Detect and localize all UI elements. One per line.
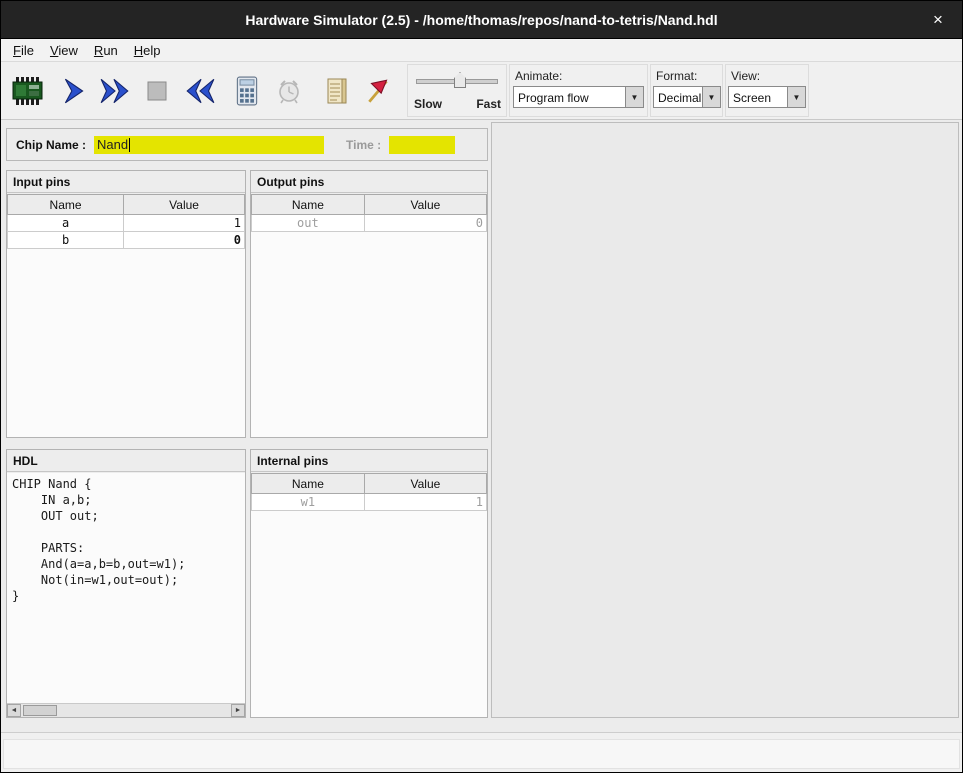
- scrollbar-track[interactable]: [21, 704, 231, 717]
- scroll-right-icon[interactable]: ►: [231, 704, 245, 717]
- output-pins-table: Name Value out 0: [251, 194, 487, 232]
- column-header-value[interactable]: Value: [364, 195, 486, 215]
- stop-button[interactable]: [138, 73, 176, 111]
- script-icon: [324, 76, 350, 109]
- chip-name-input[interactable]: Nand: [94, 136, 324, 154]
- menu-run[interactable]: Run: [86, 41, 126, 60]
- run-button[interactable]: [96, 73, 134, 111]
- speed-slider-group: Slow Fast: [407, 64, 507, 117]
- column-header-name[interactable]: Name: [252, 474, 365, 494]
- view-label: View:: [731, 69, 760, 83]
- format-label: Format:: [656, 69, 697, 83]
- single-step-button[interactable]: [55, 73, 93, 111]
- fast-label: Fast: [476, 97, 501, 111]
- internal-pins-panel: Internal pins Name Value w1 1: [250, 449, 488, 718]
- chip-name-label: Chip Name :: [16, 138, 86, 152]
- pin-value-cell[interactable]: 0: [124, 232, 245, 249]
- chevron-down-icon[interactable]: ▼: [625, 87, 643, 107]
- pin-name-cell: b: [8, 232, 124, 249]
- script-button[interactable]: [318, 73, 356, 111]
- animate-combobox[interactable]: Program flow ▼: [513, 86, 644, 108]
- internal-pins-title: Internal pins: [251, 450, 487, 472]
- pin-name-cell: w1: [252, 494, 365, 511]
- status-bar: [1, 732, 962, 773]
- view-group: View: Screen ▼: [725, 64, 809, 117]
- close-button[interactable]: ×: [928, 10, 948, 30]
- table-row: b 0: [8, 232, 245, 249]
- single-step-icon: [60, 77, 88, 108]
- scrollbar-thumb[interactable]: [23, 705, 57, 716]
- app-window: Hardware Simulator (2.5) - /home/thomas/…: [0, 0, 963, 773]
- view-value: Screen: [729, 87, 787, 107]
- run-icon: [99, 77, 131, 108]
- pin-name-cell: out: [252, 215, 365, 232]
- clock-icon: [275, 77, 303, 108]
- internal-pins-table: Name Value w1 1: [251, 473, 487, 511]
- menu-bar: File View Run Help: [1, 39, 962, 62]
- speed-slider[interactable]: [412, 69, 502, 95]
- breakpoint-icon: [365, 77, 393, 108]
- animate-value: Program flow: [514, 87, 625, 107]
- chip-header-row: Chip Name : Nand Time :: [6, 128, 488, 161]
- load-chip-button[interactable]: [8, 73, 46, 111]
- slider-thumb[interactable]: [454, 72, 466, 88]
- column-header-value[interactable]: Value: [124, 195, 245, 215]
- hdl-code: CHIP Nand { IN a,b; OUT out; PARTS: And(…: [7, 473, 245, 607]
- status-message-field: [3, 739, 960, 769]
- reset-icon: [184, 77, 216, 108]
- time-input[interactable]: [389, 136, 455, 154]
- menu-help[interactable]: Help: [126, 41, 169, 60]
- breakpoint-button[interactable]: [360, 73, 398, 111]
- animate-label: Animate:: [515, 69, 562, 83]
- pin-value-cell: 0: [364, 215, 486, 232]
- chip-icon: [10, 76, 44, 109]
- table-row: a 1: [8, 215, 245, 232]
- table-row: out 0: [252, 215, 487, 232]
- input-pins-table: Name Value a 1 b 0: [7, 194, 245, 249]
- chevron-down-icon[interactable]: ▼: [787, 87, 805, 107]
- reset-button[interactable]: [181, 73, 219, 111]
- scroll-left-icon[interactable]: ◄: [7, 704, 21, 717]
- column-header-name[interactable]: Name: [8, 195, 124, 215]
- output-pins-panel: Output pins Name Value out 0: [250, 170, 488, 438]
- format-value: Decimal: [654, 87, 702, 107]
- title-bar[interactable]: Hardware Simulator (2.5) - /home/thomas/…: [1, 1, 962, 39]
- column-header-value[interactable]: Value: [364, 474, 486, 494]
- menu-view[interactable]: View: [42, 41, 86, 60]
- menu-file[interactable]: File: [5, 41, 42, 60]
- calculator-icon: [234, 76, 260, 109]
- pin-value-cell[interactable]: 1: [124, 215, 245, 232]
- horizontal-scrollbar[interactable]: ◄ ►: [7, 703, 245, 717]
- format-group: Format: Decimal ▼: [650, 64, 723, 117]
- animate-group: Animate: Program flow ▼: [509, 64, 648, 117]
- pin-value-cell: 1: [364, 494, 486, 511]
- chevron-down-icon[interactable]: ▼: [702, 87, 720, 107]
- input-pins-body: Name Value a 1 b 0: [7, 194, 245, 437]
- text-cursor: [129, 138, 130, 152]
- stop-icon: [145, 79, 169, 106]
- hdl-panel: HDL CHIP Nand { IN a,b; OUT out; PARTS: …: [6, 449, 246, 718]
- window-title: Hardware Simulator (2.5) - /home/thomas/…: [245, 12, 717, 28]
- input-pins-panel: Input pins Name Value a 1 b 0: [6, 170, 246, 438]
- output-pins-title: Output pins: [251, 171, 487, 193]
- internal-pins-body: Name Value w1 1: [251, 473, 487, 717]
- calculator-button[interactable]: [228, 73, 266, 111]
- view-combobox[interactable]: Screen ▼: [728, 86, 806, 108]
- pin-name-cell: a: [8, 215, 124, 232]
- column-header-name[interactable]: Name: [252, 195, 365, 215]
- slow-label: Slow: [414, 97, 442, 111]
- clock-button[interactable]: [270, 73, 308, 111]
- table-row: w1 1: [252, 494, 487, 511]
- input-pins-title: Input pins: [7, 171, 245, 193]
- output-pins-body: Name Value out 0: [251, 194, 487, 437]
- hdl-body: CHIP Nand { IN a,b; OUT out; PARTS: And(…: [7, 473, 245, 717]
- format-combobox[interactable]: Decimal ▼: [653, 86, 721, 108]
- screen-view-panel: [491, 122, 959, 718]
- time-label: Time :: [346, 138, 381, 152]
- hdl-title: HDL: [7, 450, 245, 472]
- toolbar: Slow Fast Animate: Program flow ▼ Format…: [1, 62, 962, 120]
